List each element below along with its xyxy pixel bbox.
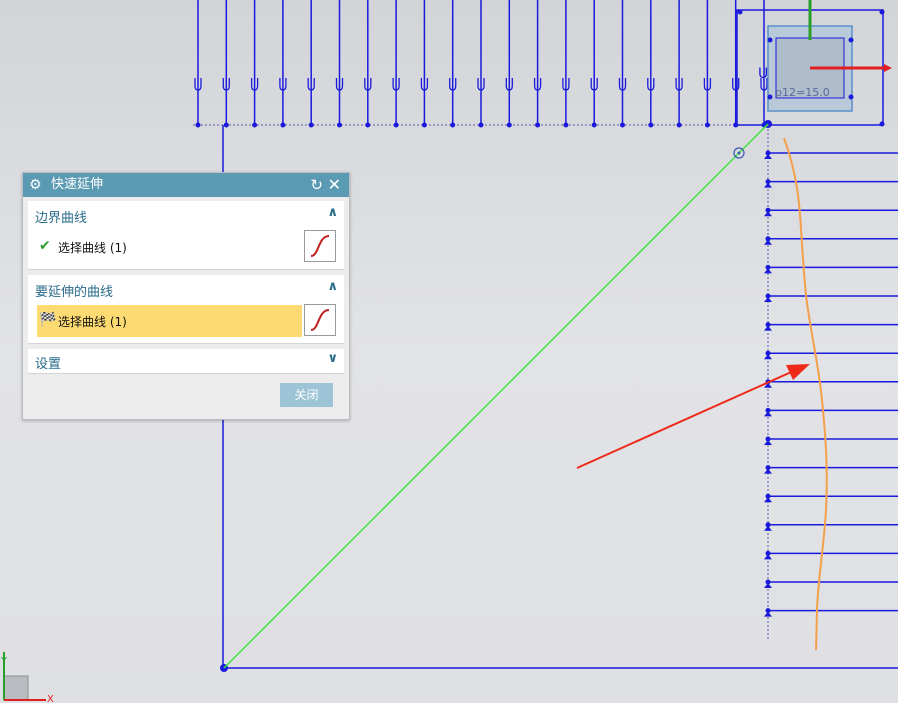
right-marker <box>764 354 772 360</box>
select-curve-row-1[interactable]: ✔ 选择曲线 (1) <box>37 231 302 263</box>
right-marker <box>764 554 772 560</box>
top-point <box>337 122 342 128</box>
curve-select-button-2[interactable] <box>304 304 336 336</box>
top-point <box>478 122 484 128</box>
top-point <box>535 122 541 128</box>
gear-icon[interactable]: ⚙ <box>29 173 42 197</box>
right-marker <box>764 154 772 159</box>
u-label: U <box>758 66 768 82</box>
reset-icon[interactable]: ↻ <box>310 173 323 197</box>
axis-x-label: X <box>47 694 54 703</box>
section-settings: 设置 ∨ <box>28 349 344 374</box>
section-header-settings[interactable]: 设置 <box>35 353 61 372</box>
top-point <box>676 122 682 128</box>
top-point <box>280 122 286 128</box>
top-points <box>195 122 767 128</box>
select-curve-label-2: 选择曲线 (1) <box>58 315 127 329</box>
top-point <box>704 122 710 128</box>
top-point <box>223 122 229 128</box>
curve-select-button-1[interactable] <box>304 230 336 262</box>
chevron-up-icon[interactable]: ∧ <box>327 279 338 294</box>
annotation-arrow-head <box>786 364 810 380</box>
check-icon: ✔ <box>39 238 51 254</box>
right-marker <box>764 497 772 503</box>
section-header-extend[interactable]: 要延伸的曲线 <box>35 281 113 300</box>
top-vertical-lines <box>197 0 765 125</box>
annotation-arrow-line <box>576 368 799 469</box>
curve-icon <box>310 235 330 257</box>
top-point <box>591 122 597 128</box>
right-marker <box>764 583 772 588</box>
close-icon[interactable]: ✕ <box>328 173 341 197</box>
select-curve-label-1: 选择曲线 (1) <box>58 241 127 255</box>
top-point <box>252 122 258 128</box>
top-point <box>563 122 569 128</box>
csys-x-arrow <box>884 64 892 72</box>
top-point <box>393 122 399 128</box>
top-point <box>365 122 371 128</box>
dimension-text: p12=15.0 <box>775 86 830 99</box>
quick-extend-dialog[interactable]: ⚙ 快速延伸 ↻ ✕ 边界曲线 ∧ ✔ 选择曲线 (1) 要延伸的曲线 ∧ 🏁 … <box>22 172 350 420</box>
right-marker <box>764 468 772 474</box>
section-curves-to-extend: 要延伸的曲线 ∧ 🏁 选择曲线 (1) <box>28 275 344 344</box>
chevron-down-icon[interactable]: ∨ <box>327 351 338 366</box>
right-marker <box>764 268 772 274</box>
dialog-titlebar[interactable]: ⚙ 快速延伸 ↻ ✕ <box>23 173 349 197</box>
section-boundary-curve: 边界曲线 ∧ ✔ 选择曲线 (1) <box>28 201 344 270</box>
right-horizontal-lines <box>768 152 898 612</box>
right-marker <box>764 297 772 302</box>
sketch-curve <box>783 137 828 651</box>
axis-y-label: Y <box>0 656 8 667</box>
right-marker <box>764 611 772 617</box>
section-header-boundary[interactable]: 边界曲线 <box>35 207 87 226</box>
snap-point-center <box>737 151 741 155</box>
top-point <box>450 122 456 128</box>
top-point <box>421 122 427 128</box>
close-button[interactable]: 关闭 <box>280 383 333 407</box>
right-marker <box>764 325 772 331</box>
select-curve-row-2[interactable]: 🏁 选择曲线 (1) <box>37 305 302 337</box>
curve-icon <box>310 309 330 331</box>
right-marker <box>764 411 772 417</box>
top-point <box>195 122 201 128</box>
right-marker <box>764 182 772 188</box>
top-point <box>620 122 625 128</box>
top-point <box>648 122 654 128</box>
flag-icon: 🏁 <box>39 312 57 328</box>
top-point <box>506 122 512 128</box>
right-marker <box>764 211 772 217</box>
top-point <box>308 122 314 128</box>
right-marker <box>764 239 772 245</box>
view-cube[interactable] <box>3 675 29 701</box>
right-marker <box>764 525 772 531</box>
right-marker <box>764 440 772 445</box>
chevron-up-icon[interactable]: ∧ <box>327 205 338 220</box>
dialog-title: 快速延伸 <box>51 177 104 192</box>
